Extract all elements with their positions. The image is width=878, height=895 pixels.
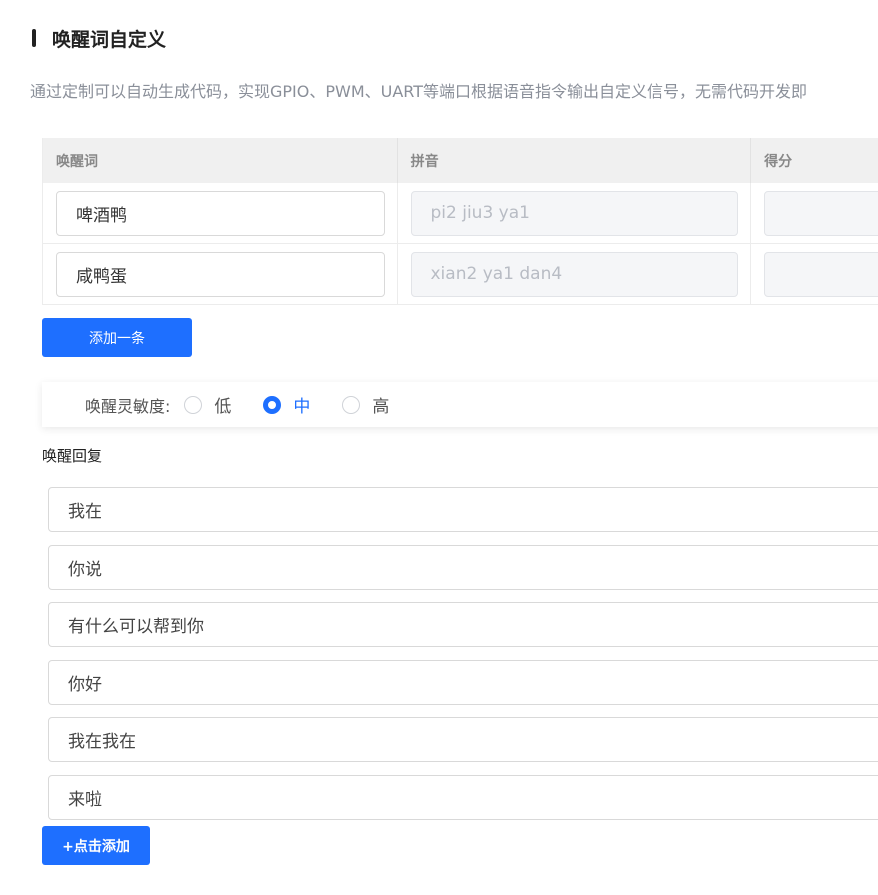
radio-icon bbox=[184, 395, 203, 414]
pinyin-cell: pi2 jiu3 ya1 bbox=[398, 183, 751, 243]
wake-reply-label: 唤醒回复 bbox=[42, 447, 103, 465]
column-header-wake-word: 唤醒词 bbox=[43, 138, 398, 183]
reply-input[interactable]: 我在 bbox=[48, 487, 878, 532]
wake-word-cell: 啤酒鸭 bbox=[43, 183, 398, 243]
title-accent-bar bbox=[32, 29, 36, 47]
reply-input[interactable]: 来啦 bbox=[48, 774, 878, 820]
wake-word-input[interactable]: 啤酒鸭 bbox=[56, 190, 385, 236]
wake-word-input[interactable]: 咸鸭蛋 bbox=[56, 251, 385, 297]
table-header: 唤醒词 拼音 得分 bbox=[43, 138, 878, 183]
wake-reply-list: 我在 你说 有什么可以帮到你 你好 我在我在 来啦 bbox=[48, 487, 878, 833]
score-field bbox=[764, 251, 878, 297]
page-title: 唤醒词自定义 bbox=[52, 28, 167, 51]
radio-label: 高 bbox=[372, 397, 390, 417]
radio-label: 中 bbox=[293, 397, 311, 417]
score-field bbox=[764, 190, 878, 236]
radio-icon bbox=[342, 395, 361, 414]
reply-input[interactable]: 你说 bbox=[48, 544, 878, 590]
radio-checked-icon bbox=[263, 395, 282, 414]
score-cell bbox=[751, 183, 878, 243]
wake-word-settings-page: 唤醒词自定义 通过定制可以自动生成代码，实现GPIO、PWM、UART等端口根据… bbox=[0, 0, 878, 895]
reply-input[interactable]: 你好 bbox=[48, 659, 878, 705]
reply-input[interactable]: 我在我在 bbox=[48, 717, 878, 763]
reply-input[interactable]: 有什么可以帮到你 bbox=[48, 602, 878, 648]
page-description: 通过定制可以自动生成代码，实现GPIO、PWM、UART等端口根据语音指令输出自… bbox=[30, 82, 808, 101]
table-row: 啤酒鸭 pi2 jiu3 ya1 bbox=[43, 183, 878, 244]
sensitivity-option-low[interactable]: 低 bbox=[184, 392, 231, 417]
wake-word-cell: 咸鸭蛋 bbox=[43, 244, 398, 304]
column-header-pinyin: 拼音 bbox=[398, 138, 752, 183]
wake-word-table: 唤醒词 拼音 得分 啤酒鸭 pi2 jiu3 ya1 咸鸭蛋 xian2 ya1… bbox=[42, 138, 878, 305]
section-header: 唤醒词自定义 bbox=[32, 26, 167, 51]
score-cell bbox=[751, 244, 878, 304]
add-wake-word-button[interactable]: 添加一条 bbox=[42, 318, 192, 357]
sensitivity-option-medium[interactable]: 中 bbox=[263, 392, 310, 417]
table-row: 咸鸭蛋 xian2 ya1 dan4 bbox=[43, 244, 878, 305]
pinyin-field: xian2 ya1 dan4 bbox=[410, 251, 738, 297]
sensitivity-label: 唤醒灵敏度: bbox=[85, 396, 171, 416]
column-header-score: 得分 bbox=[764, 153, 793, 170]
add-reply-button[interactable]: +点击添加 bbox=[42, 826, 150, 865]
sensitivity-option-high[interactable]: 高 bbox=[342, 392, 389, 417]
pinyin-cell: xian2 ya1 dan4 bbox=[398, 244, 751, 304]
pinyin-field: pi2 jiu3 ya1 bbox=[410, 190, 738, 236]
sensitivity-panel: 唤醒灵敏度: 低 中 高 bbox=[42, 382, 878, 427]
radio-label: 低 bbox=[214, 397, 232, 417]
